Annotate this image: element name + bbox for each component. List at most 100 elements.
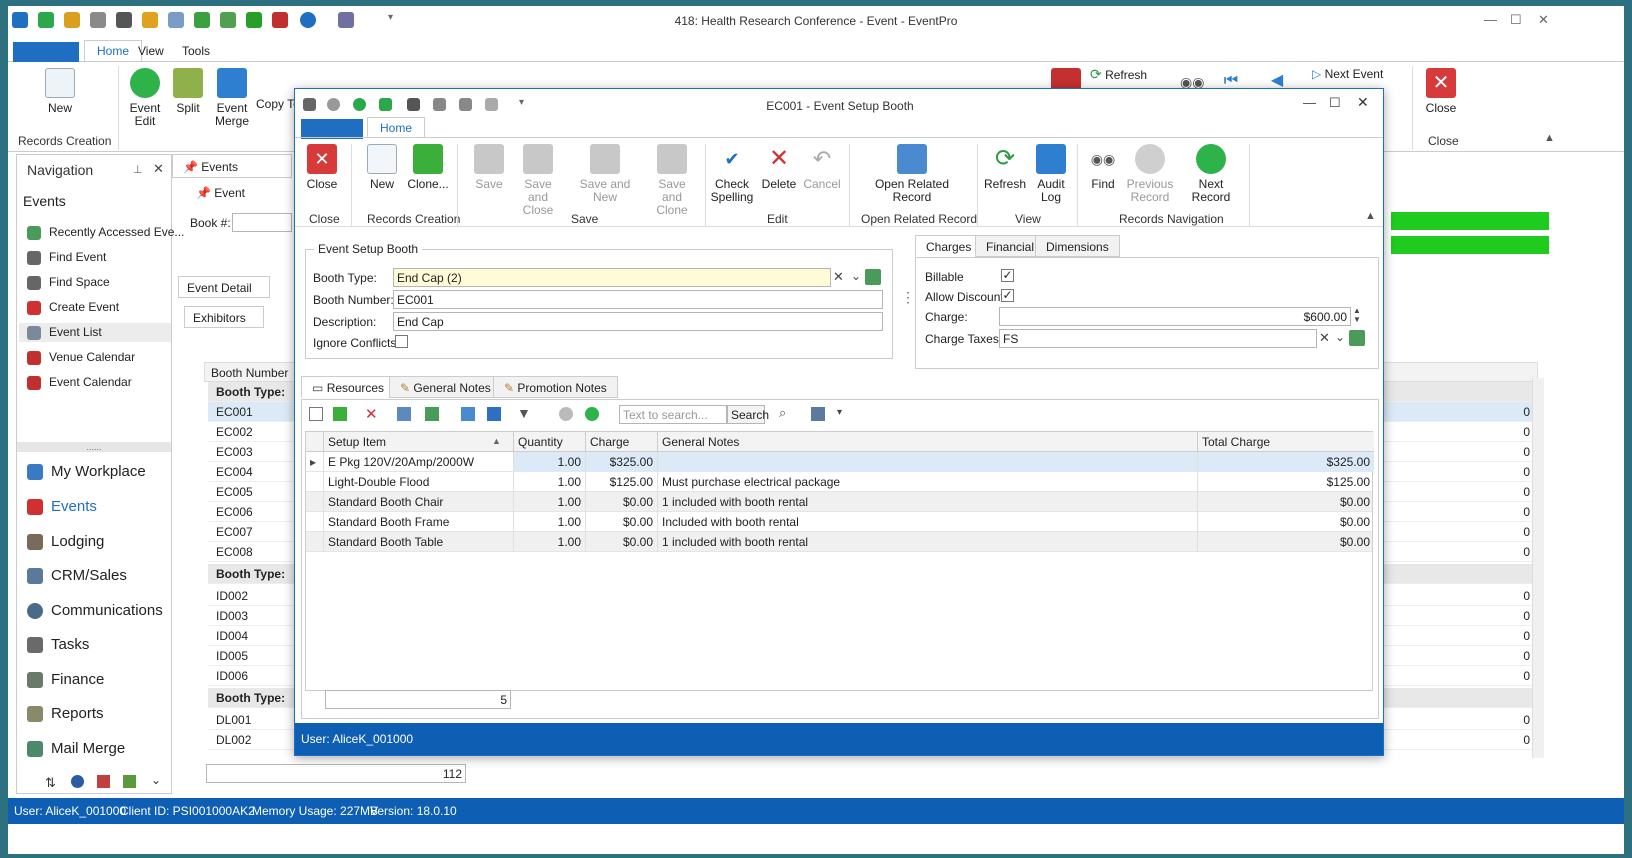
column-header-charge[interactable]: Charge — [586, 432, 658, 452]
main-refresh-button[interactable]: ⟳ Refresh — [1090, 67, 1170, 82]
save-and-new-button[interactable]: Save and New — [569, 144, 641, 204]
tab-charges[interactable]: Charges — [915, 235, 983, 257]
move-down-icon[interactable] — [585, 407, 599, 421]
tab-promotion-notes[interactable]: ✎ Promotion Notes — [493, 376, 618, 398]
move-up-icon[interactable] — [559, 407, 573, 421]
dialog-file-tab[interactable] — [301, 119, 363, 139]
module-communications[interactable]: Communications — [27, 602, 163, 620]
event-merge-button[interactable]: Event Merge — [210, 68, 254, 128]
close-button[interactable]: ✕ Close — [303, 144, 341, 191]
minimize-icon[interactable]: — — [1484, 12, 1497, 27]
column-header-general-notes[interactable]: General Notes — [658, 432, 1198, 452]
columns-icon[interactable] — [425, 407, 439, 421]
dialog-tab-home[interactable]: Home — [367, 117, 426, 138]
nav-item-recently-accessed[interactable]: Recently Accessed Eve... — [27, 225, 184, 240]
charge-input[interactable]: $600.00 — [999, 307, 1351, 326]
previous-event-icon[interactable]: ◀ — [1266, 73, 1288, 89]
tab-exhibitors[interactable]: Exhibitors — [184, 306, 264, 328]
dropdown-icon[interactable]: ⌄ — [1335, 330, 1345, 344]
globe-icon[interactable] — [71, 775, 84, 788]
save-layout-icon[interactable] — [811, 407, 825, 421]
new-button[interactable]: New — [40, 68, 80, 115]
clear-icon[interactable]: ✕ — [1319, 330, 1330, 346]
doc-tab-events[interactable]: 📌 Events — [172, 154, 292, 178]
find-icon[interactable]: ⌕ — [779, 405, 786, 421]
nav-item-venue-calendar[interactable]: Venue Calendar — [27, 350, 135, 365]
nav-item-find-event[interactable]: Find Event — [27, 250, 106, 265]
module-tasks[interactable]: Tasks — [27, 636, 89, 654]
spin-icon[interactable]: ▲ ▼ — [1353, 306, 1361, 324]
booth-number-input[interactable]: EC001 — [393, 290, 883, 309]
collapse-ribbon-icon[interactable]: ▲ — [1544, 132, 1555, 144]
module-finance[interactable]: Finance — [27, 671, 104, 689]
line-chart-icon[interactable] — [123, 775, 136, 788]
refresh-button[interactable]: ⟳ Refresh — [983, 144, 1027, 191]
delete-button[interactable]: ✕ Delete — [759, 144, 799, 191]
nav-item-find-space[interactable]: Find Space — [27, 275, 110, 290]
book-number-input[interactable] — [232, 213, 292, 232]
table-row[interactable]: Standard Booth Frame 1.00 $0.00 Included… — [306, 512, 1372, 532]
dropdown-icon[interactable]: ▾ — [837, 407, 842, 418]
table-row[interactable]: Light-Double Flood 1.00 $125.00 Must pur… — [306, 472, 1372, 492]
table-row[interactable]: Standard Booth Chair 1.00 $0.00 1 includ… — [306, 492, 1372, 512]
maximize-icon[interactable]: ☐ — [1510, 12, 1522, 28]
column-header-setup-item[interactable]: Setup Item — [324, 432, 514, 452]
close-window-icon[interactable]: ✕ — [1538, 12, 1549, 28]
close-event-button[interactable]: ✕ Close — [1418, 68, 1464, 115]
search-input[interactable]: Text to search... — [619, 405, 727, 424]
save-button[interactable]: Save — [471, 144, 507, 191]
tab-tools[interactable]: Tools — [182, 44, 210, 58]
billable-checkbox[interactable]: ✓ — [1001, 269, 1014, 282]
open-related-record-button[interactable]: Open Related Record — [873, 144, 951, 204]
file-tab[interactable] — [13, 42, 79, 64]
module-crm-sales[interactable]: CRM/Sales — [27, 567, 127, 585]
lookup-icon[interactable] — [865, 269, 881, 285]
expand-more-icon[interactable]: ⌄ — [151, 773, 161, 787]
clone-button[interactable]: Clone... — [407, 144, 449, 191]
charge-taxes-input[interactable]: FS — [999, 329, 1317, 348]
edit-icon[interactable] — [397, 407, 411, 421]
nav-item-event-calendar[interactable]: Event Calendar — [27, 375, 132, 390]
tab-dimensions[interactable]: Dimensions — [1035, 235, 1120, 257]
column-header-total-charge[interactable]: Total Charge — [1198, 432, 1374, 452]
add-icon[interactable] — [333, 407, 347, 421]
cancel-button[interactable]: ↶ Cancel — [803, 144, 841, 191]
save-and-clone-button[interactable]: Save and Clone — [647, 144, 697, 217]
next-event-button[interactable]: ▷ Next Event — [1312, 68, 1392, 81]
sort-icon[interactable]: ⇅ — [45, 775, 56, 791]
dialog-close-icon[interactable]: ✕ — [1357, 94, 1369, 111]
pin-icon[interactable]: ⊥ — [133, 163, 143, 176]
splitter-handle[interactable]: ⋮ — [901, 289, 915, 306]
collapse-ribbon-icon[interactable]: ▲ — [1365, 210, 1376, 222]
audit-log-button[interactable]: Audit Log — [1033, 144, 1069, 204]
filter-icon[interactable]: ▼ — [517, 405, 531, 421]
split-button[interactable]: Split — [170, 68, 206, 115]
grid-scrollbar[interactable] — [1532, 378, 1544, 758]
dialog-minimize-icon[interactable]: — — [1303, 95, 1316, 110]
module-lodging[interactable]: Lodging — [27, 533, 104, 551]
tab-home[interactable]: Home — [84, 40, 143, 61]
module-mail-merge[interactable]: Mail Merge — [27, 740, 125, 758]
tab-general-notes[interactable]: ✎ General Notes — [389, 376, 502, 398]
module-reports[interactable]: Reports — [27, 705, 104, 723]
clear-icon[interactable]: ✕ — [833, 269, 844, 285]
tab-view[interactable]: View — [138, 44, 164, 58]
new-button[interactable]: New — [363, 144, 401, 191]
event-edit-button[interactable]: Event Edit — [124, 68, 166, 128]
bar-chart-icon[interactable] — [97, 775, 110, 788]
next-record-button[interactable]: Next Record — [1179, 144, 1243, 204]
table-row[interactable]: Standard Booth Table 1.00 $0.00 1 includ… — [306, 532, 1372, 552]
copy-icon[interactable] — [487, 407, 501, 421]
module-my-workplace[interactable]: My Workplace — [27, 463, 146, 481]
allow-discount-checkbox[interactable]: ✓ — [1001, 289, 1014, 302]
booth-type-input[interactable]: End Cap (2) — [393, 268, 831, 287]
column-header-quantity[interactable]: Quantity — [514, 432, 586, 452]
first-record-icon[interactable]: ⏮ — [1220, 73, 1242, 89]
module-events[interactable]: Events — [27, 498, 97, 516]
search-button[interactable]: Search — [727, 405, 769, 424]
save-and-close-button[interactable]: Save and Close — [513, 144, 563, 217]
tab-resources[interactable]: ▭ Resources — [301, 376, 396, 398]
check-spelling-button[interactable]: ✔ Check Spelling — [709, 144, 755, 204]
description-input[interactable]: End Cap — [393, 312, 883, 331]
dialog-maximize-icon[interactable]: ☐ — [1329, 95, 1341, 111]
